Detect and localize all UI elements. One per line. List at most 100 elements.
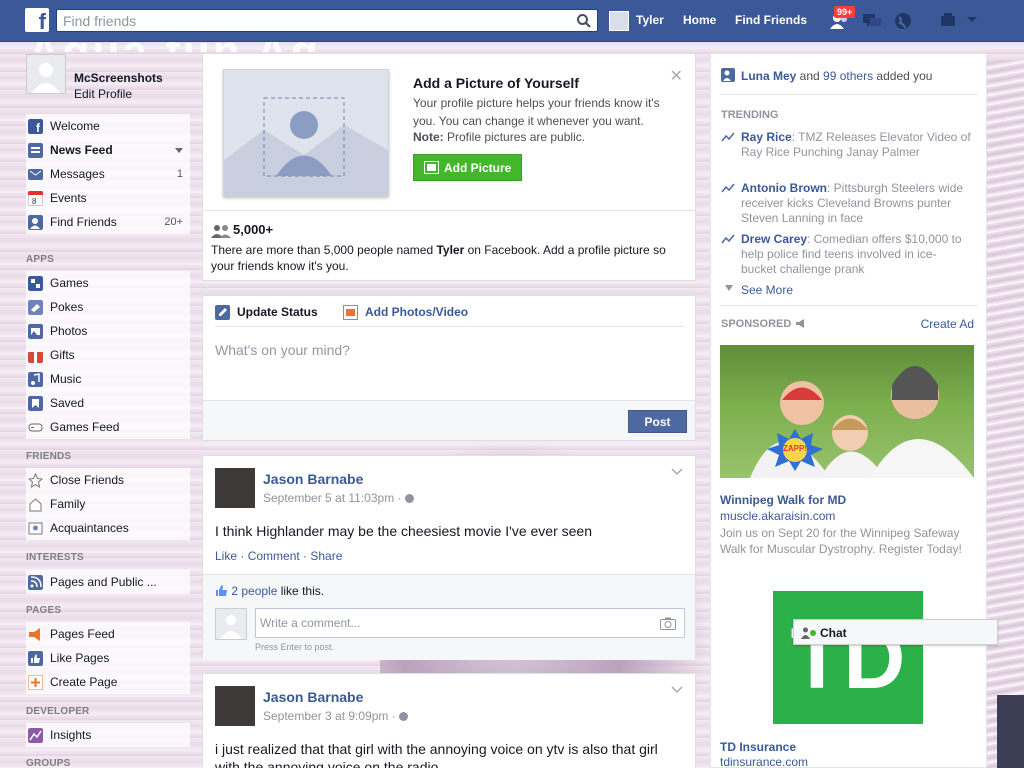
friend-name-link[interactable]: Luna Mey bbox=[741, 69, 796, 83]
sidebar-item-create-page[interactable]: Create Page bbox=[26, 670, 190, 694]
post-author[interactable]: Jason Barnabe bbox=[263, 689, 363, 705]
sidebar-item-close-friends[interactable]: Close Friends bbox=[26, 468, 190, 492]
sidebar-item-gifts[interactable]: Gifts bbox=[26, 343, 190, 367]
find-friends-link[interactable]: Find Friends bbox=[735, 13, 807, 27]
chat-bar[interactable]: Chat bbox=[793, 619, 998, 645]
friends-added-notice: Luna Mey and 99 others added you bbox=[741, 69, 933, 83]
post-actions: Like · Comment · Share bbox=[215, 549, 343, 563]
sidebar-item-news-feed[interactable]: News Feed bbox=[26, 138, 190, 162]
background-artwork-right bbox=[986, 60, 1024, 768]
ad-url[interactable]: tdinsurance.com bbox=[720, 755, 808, 768]
post-timestamp[interactable]: September 5 at 11:03pm · bbox=[263, 491, 414, 505]
share-link[interactable]: Share bbox=[310, 549, 342, 563]
pokes-icon bbox=[28, 300, 43, 315]
see-more-link[interactable]: See More bbox=[741, 283, 793, 297]
divider bbox=[203, 210, 697, 211]
user-avatar[interactable] bbox=[609, 11, 629, 31]
likes-summary: 2 people like this. bbox=[215, 584, 324, 598]
tab-add-photos-video[interactable]: Add Photos/Video bbox=[365, 305, 468, 319]
facebook-logo-icon[interactable]: f bbox=[25, 8, 49, 34]
close-icon[interactable]: ✕ bbox=[670, 66, 683, 86]
post-options-chevron-icon[interactable] bbox=[671, 468, 683, 476]
sidebar-item-pages-and-public[interactable]: Pages and Public ... bbox=[26, 570, 190, 594]
privacy-shortcuts-icon[interactable] bbox=[938, 10, 960, 32]
add-picture-description: Your profile picture helps your friends … bbox=[413, 96, 660, 128]
td-logo-image[interactable]: TD bbox=[773, 591, 923, 724]
sidebar-item-games-feed[interactable]: Games Feed bbox=[26, 415, 190, 439]
search-input[interactable] bbox=[57, 10, 567, 31]
messages-icon[interactable] bbox=[861, 10, 883, 32]
search-icon[interactable] bbox=[576, 13, 592, 29]
post-timestamp[interactable]: September 3 at 9:09pm · bbox=[263, 709, 409, 723]
sidebar-item-messages[interactable]: Messages 1 bbox=[26, 162, 190, 186]
trending-arrow-icon bbox=[721, 234, 735, 244]
people-icon bbox=[211, 225, 231, 238]
ad-image-walk-for-md[interactable]: ZAPP! bbox=[720, 345, 974, 478]
post-author[interactable]: Jason Barnabe bbox=[263, 471, 363, 487]
public-globe-icon bbox=[404, 494, 414, 503]
trending-item[interactable]: Ray Rice: TMZ Releases Elevator Video of… bbox=[721, 130, 971, 160]
home-link[interactable]: Home bbox=[683, 13, 716, 27]
globe-icon[interactable] bbox=[892, 10, 914, 32]
section-title-sponsored: SPONSORED bbox=[721, 318, 792, 330]
sidebar-item-welcome[interactable]: f Welcome bbox=[26, 114, 190, 138]
ad-title[interactable]: Winnipeg Walk for MD bbox=[720, 493, 846, 507]
add-picture-button[interactable]: Add Picture bbox=[413, 154, 522, 181]
news-feed-icon bbox=[28, 143, 43, 158]
profile-name[interactable]: McScreenshots bbox=[74, 71, 163, 85]
author-avatar[interactable] bbox=[215, 686, 255, 726]
add-picture-title: Add a Picture of Yourself bbox=[413, 75, 579, 91]
comment-link[interactable]: Comment bbox=[248, 549, 300, 563]
profile-placeholder-image bbox=[223, 69, 389, 196]
others-link[interactable]: 99 others bbox=[823, 69, 873, 83]
sidebar-item-music[interactable]: Music bbox=[26, 367, 190, 391]
sidebar-item-family[interactable]: Family bbox=[26, 492, 190, 516]
status-input[interactable] bbox=[215, 342, 675, 358]
user-name-link[interactable]: Tyler bbox=[636, 13, 664, 27]
camera-icon[interactable] bbox=[660, 617, 676, 630]
profile-avatar[interactable] bbox=[26, 54, 66, 94]
ad-badge-text: ZAPP! bbox=[783, 444, 807, 453]
sidebar-item-pokes[interactable]: Pokes bbox=[26, 295, 190, 319]
edit-profile-link[interactable]: Edit Profile bbox=[74, 87, 132, 101]
trending-arrow-icon bbox=[721, 132, 735, 142]
create-ad-link[interactable]: Create Ad bbox=[921, 317, 974, 331]
acquaintances-icon bbox=[28, 522, 43, 535]
author-avatar[interactable] bbox=[215, 468, 255, 508]
comment-input[interactable] bbox=[256, 609, 646, 637]
sidebar-item-like-pages[interactable]: Like Pages bbox=[26, 646, 190, 670]
camera-photo-icon bbox=[343, 305, 358, 320]
top-navigation-bar: f Tyler Home Find Friends 99+ bbox=[0, 0, 1024, 42]
feed-post: Jason Barnabe September 3 at 9:09pm · i … bbox=[202, 673, 696, 768]
silhouette-icon bbox=[224, 97, 388, 195]
trending-item[interactable]: Drew Carey: Comedian offers $10,000 to h… bbox=[721, 232, 971, 277]
status-composer: Update Status Add Photos/Video Post bbox=[202, 295, 696, 441]
sidebar-item-saved[interactable]: Saved bbox=[26, 391, 190, 415]
games-icon bbox=[28, 276, 43, 291]
sidebar-item-insights[interactable]: Insights bbox=[26, 723, 190, 747]
pencil-icon bbox=[215, 305, 230, 320]
sidebar-item-photos[interactable]: Photos bbox=[26, 319, 190, 343]
sidebar-item-pages-feed[interactable]: Pages Feed bbox=[26, 622, 190, 646]
gift-icon bbox=[28, 350, 43, 363]
ad-url[interactable]: muscle.akaraisin.com bbox=[720, 509, 835, 523]
left-sidebar: McScreenshots Edit Profile f Welcome News… bbox=[26, 44, 190, 768]
sidebar-item-games[interactable]: Games bbox=[26, 271, 190, 295]
chevron-down-icon[interactable] bbox=[175, 148, 183, 153]
pages-menu: Pages Feed Like Pages Create Page bbox=[26, 622, 190, 694]
ad-title[interactable]: TD Insurance bbox=[720, 740, 796, 754]
post-button[interactable]: Post bbox=[628, 410, 687, 433]
post-text: I think Highlander may be the cheesiest … bbox=[215, 523, 592, 539]
sidebar-item-find-friends[interactable]: Find Friends 20+ bbox=[26, 210, 190, 234]
sidebar-item-events[interactable]: 8 Events bbox=[26, 186, 190, 210]
account-dropdown-icon[interactable] bbox=[965, 15, 979, 25]
like-link[interactable]: Like bbox=[215, 549, 237, 563]
post-options-chevron-icon[interactable] bbox=[671, 686, 683, 694]
likes-link[interactable]: 2 people bbox=[231, 584, 277, 598]
tab-update-status[interactable]: Update Status bbox=[237, 305, 318, 319]
trending-item[interactable]: Antonio Brown: Pittsburgh Steelers wide … bbox=[721, 181, 971, 226]
section-title-interests: INTERESTS bbox=[26, 552, 84, 563]
people-named-text: There are more than 5,000 people named T… bbox=[211, 243, 666, 273]
developer-menu: Insights bbox=[26, 723, 190, 747]
sidebar-item-acquaintances[interactable]: Acquaintances bbox=[26, 516, 190, 540]
